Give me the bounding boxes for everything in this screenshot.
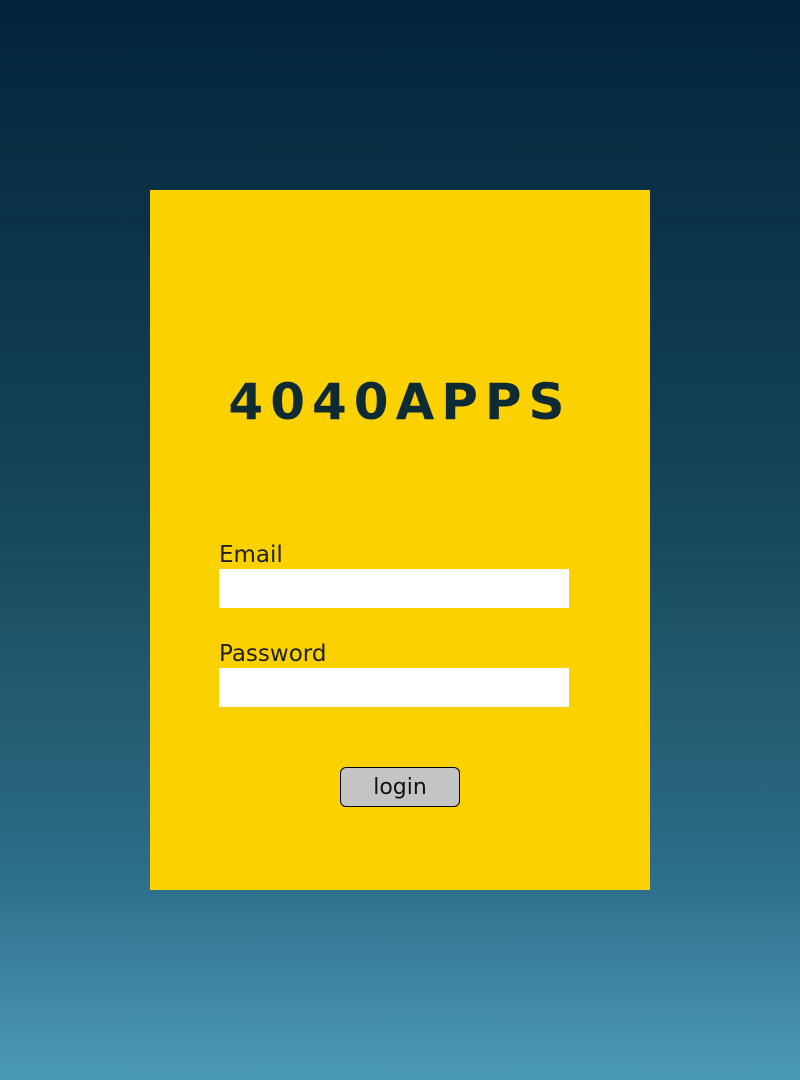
email-field[interactable] [219, 569, 569, 608]
login-button[interactable]: login [340, 767, 460, 807]
password-label: Password [219, 641, 327, 667]
email-label: Email [219, 542, 283, 568]
app-logo: 4040APPS [228, 373, 572, 431]
password-field[interactable] [219, 668, 569, 707]
